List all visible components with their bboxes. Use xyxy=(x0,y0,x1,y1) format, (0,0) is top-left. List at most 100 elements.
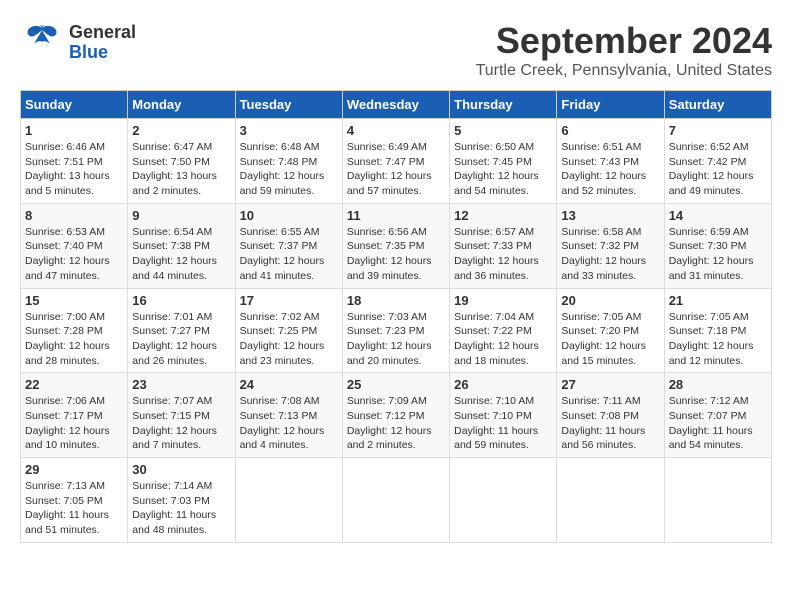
day-header-friday: Friday xyxy=(557,91,664,119)
day-number: 27 xyxy=(561,377,659,392)
day-info: Sunrise: 6:57 AMSunset: 7:33 PMDaylight:… xyxy=(454,225,552,284)
day-number: 12 xyxy=(454,208,552,223)
day-header-tuesday: Tuesday xyxy=(235,91,342,119)
day-number: 20 xyxy=(561,293,659,308)
calendar-cell xyxy=(557,458,664,543)
calendar-cell xyxy=(664,458,771,543)
day-number: 5 xyxy=(454,123,552,138)
day-number: 4 xyxy=(347,123,445,138)
day-info: Sunrise: 7:11 AMSunset: 7:08 PMDaylight:… xyxy=(561,394,659,453)
logo-blue-text: Blue xyxy=(69,43,136,63)
calendar-cell: 14Sunrise: 6:59 AMSunset: 7:30 PMDayligh… xyxy=(664,203,771,288)
calendar-cell: 10 Sunrise: 6:55 AMSunset: 7:37 PMDayligh… xyxy=(235,203,342,288)
day-info: Sunrise: 7:12 AMSunset: 7:07 PMDaylight:… xyxy=(669,394,767,453)
day-info: Sunrise: 7:00 AMSunset: 7:28 PMDaylight:… xyxy=(25,310,123,369)
day-number: 11 xyxy=(347,208,445,223)
calendar-header-row: SundayMondayTuesdayWednesdayThursdayFrid… xyxy=(21,91,772,119)
day-info: Sunrise: 7:06 AMSunset: 7:17 PMDaylight:… xyxy=(25,394,123,453)
calendar-cell: 21 Sunrise: 7:05 AMSunset: 7:18 PMDayligh… xyxy=(664,288,771,373)
calendar-cell: 27 Sunrise: 7:11 AMSunset: 7:08 PMDayligh… xyxy=(557,373,664,458)
day-info: Sunrise: 7:13 AMSunset: 7:05 PMDaylight:… xyxy=(25,479,123,538)
day-number: 13 xyxy=(561,208,659,223)
day-info: Sunrise: 6:52 AMSunset: 7:42 PMDaylight:… xyxy=(669,140,767,199)
day-number: 30 xyxy=(132,462,230,477)
calendar-cell: 24 Sunrise: 7:08 AMSunset: 7:13 PMDayligh… xyxy=(235,373,342,458)
calendar-cell: 20 Sunrise: 7:05 AMSunset: 7:20 PMDayligh… xyxy=(557,288,664,373)
day-info: Sunrise: 7:08 AMSunset: 7:13 PMDaylight:… xyxy=(240,394,338,453)
title-section: September 2024 Turtle Creek, Pennsylvani… xyxy=(476,20,772,80)
week-row-3: 15 Sunrise: 7:00 AMSunset: 7:28 PMDayligh… xyxy=(21,288,772,373)
day-number: 25 xyxy=(347,377,445,392)
day-info: Sunrise: 6:48 AMSunset: 7:48 PMDaylight:… xyxy=(240,140,338,199)
day-info: Sunrise: 7:01 AMSunset: 7:27 PMDaylight:… xyxy=(132,310,230,369)
day-info: Sunrise: 6:55 AMSunset: 7:37 PMDaylight:… xyxy=(240,225,338,284)
day-header-saturday: Saturday xyxy=(664,91,771,119)
day-number: 3 xyxy=(240,123,338,138)
day-info: Sunrise: 7:09 AMSunset: 7:12 PMDaylight:… xyxy=(347,394,445,453)
week-row-5: 29 Sunrise: 7:13 AMSunset: 7:05 PMDayligh… xyxy=(21,458,772,543)
day-header-wednesday: Wednesday xyxy=(342,91,449,119)
calendar-cell: 22Sunrise: 7:06 AMSunset: 7:17 PMDayligh… xyxy=(21,373,128,458)
subtitle: Turtle Creek, Pennsylvania, United State… xyxy=(476,62,772,80)
calendar-body: 1Sunrise: 6:46 AMSunset: 7:51 PMDaylight… xyxy=(21,119,772,543)
day-number: 14 xyxy=(669,208,767,223)
day-info: Sunrise: 6:49 AMSunset: 7:47 PMDaylight:… xyxy=(347,140,445,199)
header: General Blue September 2024 Turtle Creek… xyxy=(20,20,772,80)
day-info: Sunrise: 7:05 AMSunset: 7:20 PMDaylight:… xyxy=(561,310,659,369)
day-number: 23 xyxy=(132,377,230,392)
calendar-cell xyxy=(450,458,557,543)
day-number: 16 xyxy=(132,293,230,308)
day-header-monday: Monday xyxy=(128,91,235,119)
day-number: 28 xyxy=(669,377,767,392)
calendar-cell: 4 Sunrise: 6:49 AMSunset: 7:47 PMDaylight… xyxy=(342,119,449,204)
day-number: 7 xyxy=(669,123,767,138)
day-header-thursday: Thursday xyxy=(450,91,557,119)
calendar: SundayMondayTuesdayWednesdayThursdayFrid… xyxy=(20,90,772,543)
day-info: Sunrise: 7:05 AMSunset: 7:18 PMDaylight:… xyxy=(669,310,767,369)
day-info: Sunrise: 6:53 AMSunset: 7:40 PMDaylight:… xyxy=(25,225,123,284)
week-row-2: 8 Sunrise: 6:53 AMSunset: 7:40 PMDaylight… xyxy=(21,203,772,288)
calendar-cell: 18Sunrise: 7:03 AMSunset: 7:23 PMDayligh… xyxy=(342,288,449,373)
calendar-cell: 1Sunrise: 6:46 AMSunset: 7:51 PMDaylight… xyxy=(21,119,128,204)
day-info: Sunrise: 7:14 AMSunset: 7:03 PMDaylight:… xyxy=(132,479,230,538)
calendar-cell: 9Sunrise: 6:54 AMSunset: 7:38 PMDaylight… xyxy=(128,203,235,288)
day-number: 26 xyxy=(454,377,552,392)
day-number: 29 xyxy=(25,462,123,477)
day-number: 2 xyxy=(132,123,230,138)
calendar-cell: 7 Sunrise: 6:52 AMSunset: 7:42 PMDaylight… xyxy=(664,119,771,204)
week-row-1: 1Sunrise: 6:46 AMSunset: 7:51 PMDaylight… xyxy=(21,119,772,204)
calendar-cell: 5 Sunrise: 6:50 AMSunset: 7:45 PMDaylight… xyxy=(450,119,557,204)
calendar-cell: 2 Sunrise: 6:47 AMSunset: 7:50 PMDaylight… xyxy=(128,119,235,204)
calendar-cell: 29 Sunrise: 7:13 AMSunset: 7:05 PMDayligh… xyxy=(21,458,128,543)
calendar-cell: 12 Sunrise: 6:57 AMSunset: 7:33 PMDayligh… xyxy=(450,203,557,288)
day-number: 24 xyxy=(240,377,338,392)
calendar-cell: 8 Sunrise: 6:53 AMSunset: 7:40 PMDaylight… xyxy=(21,203,128,288)
logo-icon xyxy=(20,20,65,65)
calendar-cell: 3 Sunrise: 6:48 AMSunset: 7:48 PMDaylight… xyxy=(235,119,342,204)
day-info: Sunrise: 6:50 AMSunset: 7:45 PMDaylight:… xyxy=(454,140,552,199)
calendar-cell: 30 Sunrise: 7:14 AMSunset: 7:03 PMDayligh… xyxy=(128,458,235,543)
day-number: 21 xyxy=(669,293,767,308)
day-number: 10 xyxy=(240,208,338,223)
day-number: 17 xyxy=(240,293,338,308)
day-info: Sunrise: 7:03 AMSunset: 7:23 PMDaylight:… xyxy=(347,310,445,369)
logo: General Blue xyxy=(20,20,136,65)
day-number: 8 xyxy=(25,208,123,223)
calendar-cell: 6Sunrise: 6:51 AMSunset: 7:43 PMDaylight… xyxy=(557,119,664,204)
calendar-cell: 17 Sunrise: 7:02 AMSunset: 7:25 PMDayligh… xyxy=(235,288,342,373)
day-header-sunday: Sunday xyxy=(21,91,128,119)
calendar-cell: 13Sunrise: 6:58 AMSunset: 7:32 PMDayligh… xyxy=(557,203,664,288)
day-number: 19 xyxy=(454,293,552,308)
day-info: Sunrise: 6:47 AMSunset: 7:50 PMDaylight:… xyxy=(132,140,230,199)
day-number: 15 xyxy=(25,293,123,308)
calendar-cell: 15 Sunrise: 7:00 AMSunset: 7:28 PMDayligh… xyxy=(21,288,128,373)
day-info: Sunrise: 7:02 AMSunset: 7:25 PMDaylight:… xyxy=(240,310,338,369)
day-info: Sunrise: 7:10 AMSunset: 7:10 PMDaylight:… xyxy=(454,394,552,453)
day-number: 1 xyxy=(25,123,123,138)
day-info: Sunrise: 6:54 AMSunset: 7:38 PMDaylight:… xyxy=(132,225,230,284)
main-title: September 2024 xyxy=(476,20,772,62)
calendar-cell: 25 Sunrise: 7:09 AMSunset: 7:12 PMDayligh… xyxy=(342,373,449,458)
logo-general-text: General xyxy=(69,23,136,43)
calendar-cell: 28 Sunrise: 7:12 AMSunset: 7:07 PMDayligh… xyxy=(664,373,771,458)
calendar-cell xyxy=(235,458,342,543)
